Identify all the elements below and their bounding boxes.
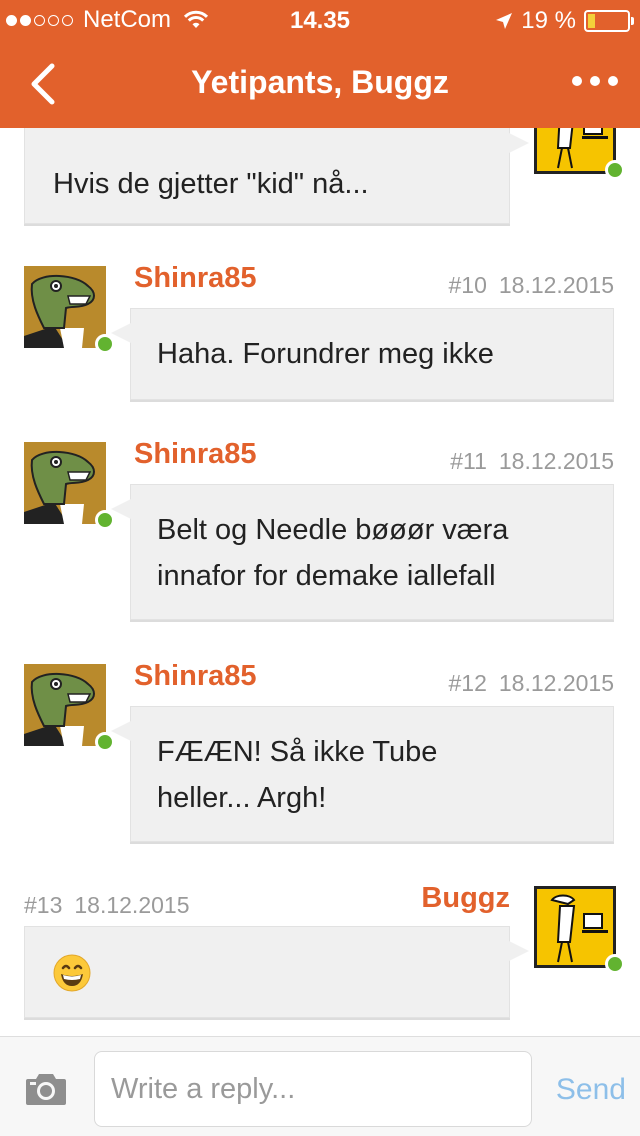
online-status-dot [605,160,625,180]
message-number[interactable]: #12 [449,670,487,696]
message-text-line: FÆÆN! Så ikke Tube [157,736,438,768]
avatar-buggz[interactable] [534,128,625,180]
message-bubble: FÆÆN! Så ikke Tube heller... Argh! [111,706,614,842]
message-bubble: Haha. Forundrer meg ikke [111,308,614,400]
message-meta: #11 18.12.2015 [450,448,614,475]
shinra-avatar-image [24,664,106,746]
more-options-button[interactable] [572,76,618,86]
message-author[interactable]: Shinra85 [134,660,257,693]
message-bubble [24,926,529,1018]
avatar-shinra85[interactable] [24,664,115,752]
message-date: 18.12.2015 [498,272,614,298]
location-arrow-icon [496,13,513,29]
avatar-shinra85[interactable] [24,442,115,530]
camera-icon[interactable] [24,1071,68,1107]
avatar-buggz[interactable] [534,886,625,974]
reply-input[interactable] [94,1051,532,1127]
buggz-avatar-image [534,128,616,174]
message-author[interactable]: Buggz [421,882,510,915]
shinra-avatar-image [24,442,106,524]
navigation-bar: Yetipants, Buggz [0,40,640,128]
message-number[interactable]: #13 [24,892,62,918]
message-meta: #12 18.12.2015 [449,670,615,697]
message-meta: #10 18.12.2015 [449,272,615,299]
grinning-face-emoji [53,954,91,992]
ellipsis-icon [572,76,582,86]
send-button[interactable]: Send [556,1073,626,1107]
battery-icon [584,10,634,32]
message-author[interactable]: Shinra85 [134,262,257,295]
conversation-title: Yetipants, Buggz [191,64,449,100]
battery-percent: 19 % [521,7,576,34]
shinra-avatar-image [24,266,106,348]
message-text-line: heller... Argh! [157,782,327,814]
message-text: Haha. Forundrer meg ikke [157,338,494,370]
message-bubble: Hvis de gjetter "kid" nå... [24,128,529,224]
message-text-line: innafor for demake iallefall [157,560,496,592]
message-date: 18.12.2015 [498,448,614,474]
status-bar: NetCom 14.35 19 % [0,0,640,40]
online-status-dot [605,954,625,974]
avatar-shinra85[interactable] [24,266,115,354]
message-author[interactable]: Shinra85 [134,438,257,471]
message-bubble: Belt og Needle bøøør væra innafor for de… [111,484,614,620]
message-meta: #13 18.12.2015 [24,892,190,919]
message-number[interactable]: #11 [450,448,487,474]
message-number[interactable]: #10 [449,272,487,298]
message-date: 18.12.2015 [74,892,190,918]
reply-bar: Send [0,1036,640,1136]
message-list[interactable]: Hvis de gjetter "kid" nå... Shinra85 #10… [0,128,640,1036]
message-text-line: Belt og Needle bøøør væra [157,514,509,546]
buggz-avatar-image [534,886,616,968]
message-date: 18.12.2015 [498,670,614,696]
message-text: Hvis de gjetter "kid" nå... [53,168,369,200]
